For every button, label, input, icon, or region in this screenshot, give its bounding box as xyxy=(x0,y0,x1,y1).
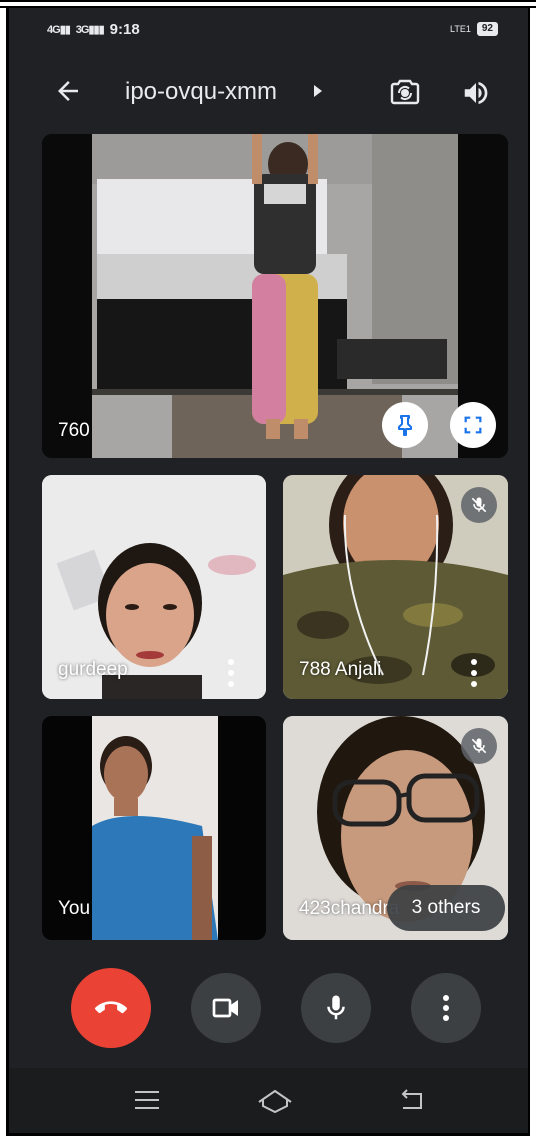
pin-button[interactable] xyxy=(382,402,428,448)
camera-toggle-button[interactable] xyxy=(191,973,261,1043)
screenshot-top-border xyxy=(0,0,536,8)
muted-indicator xyxy=(461,728,497,764)
phone-hangup-icon xyxy=(95,1001,127,1014)
more-options-icon[interactable] xyxy=(226,659,236,687)
participant-tile-anjali[interactable]: 788 Anjali xyxy=(283,475,508,699)
phone-screen: 4G▮▮ 3G▮▮▮ 9:18 LTE1 92 ipo-ovqu-xmm 760… xyxy=(6,8,530,1136)
clock: 9:18 xyxy=(109,21,140,38)
more-options-icon[interactable] xyxy=(469,659,479,687)
muted-indicator xyxy=(461,487,497,523)
participant-name: 788 Anjali xyxy=(299,659,382,680)
pin-icon xyxy=(398,415,412,436)
meeting-code[interactable]: ipo-ovqu-xmm xyxy=(125,78,277,106)
network-label: LTE1 xyxy=(450,24,471,34)
mic-toggle-button[interactable] xyxy=(301,973,371,1043)
microphone-icon xyxy=(327,995,345,1020)
participant-name: You xyxy=(58,898,91,919)
video-camera-icon xyxy=(212,998,238,1018)
participant-tile-you[interactable]: You xyxy=(42,716,266,940)
call-header: ipo-ovqu-xmm xyxy=(9,66,528,116)
participant-name: gurdeep xyxy=(58,659,128,680)
fullscreen-button[interactable] xyxy=(450,402,496,448)
others-chip[interactable]: 3 others xyxy=(387,885,505,931)
participant-name: 423chandra xyxy=(299,898,400,919)
more-vert-icon xyxy=(441,995,451,1021)
mic-off-icon xyxy=(471,738,487,754)
signal-1: 4G▮▮ xyxy=(47,24,71,36)
flip-camera-icon[interactable] xyxy=(389,76,421,108)
participant-name: 760 xyxy=(58,420,90,441)
caret-right-icon[interactable] xyxy=(313,84,323,98)
mic-off-icon xyxy=(471,497,487,513)
back-nav-icon[interactable] xyxy=(397,1088,425,1112)
signal-2: 3G▮▮▮ xyxy=(75,24,105,36)
status-bar: 4G▮▮ 3G▮▮▮ 9:18 LTE1 92 xyxy=(9,18,528,48)
arrow-left-icon[interactable] xyxy=(53,76,83,106)
participant-tile-gurdeep[interactable]: gurdeep xyxy=(42,475,266,699)
main-video-tile[interactable]: 760 xyxy=(42,134,508,458)
menu-icon[interactable] xyxy=(133,1088,161,1112)
more-options-button[interactable] xyxy=(411,973,481,1043)
fullscreen-icon xyxy=(464,416,482,434)
home-icon[interactable] xyxy=(257,1088,293,1114)
system-nav-bar xyxy=(9,1068,528,1133)
battery-level: 92 xyxy=(476,22,498,36)
end-call-button[interactable] xyxy=(71,968,151,1048)
participant-video-760 xyxy=(42,134,508,458)
speaker-icon[interactable] xyxy=(461,78,491,108)
